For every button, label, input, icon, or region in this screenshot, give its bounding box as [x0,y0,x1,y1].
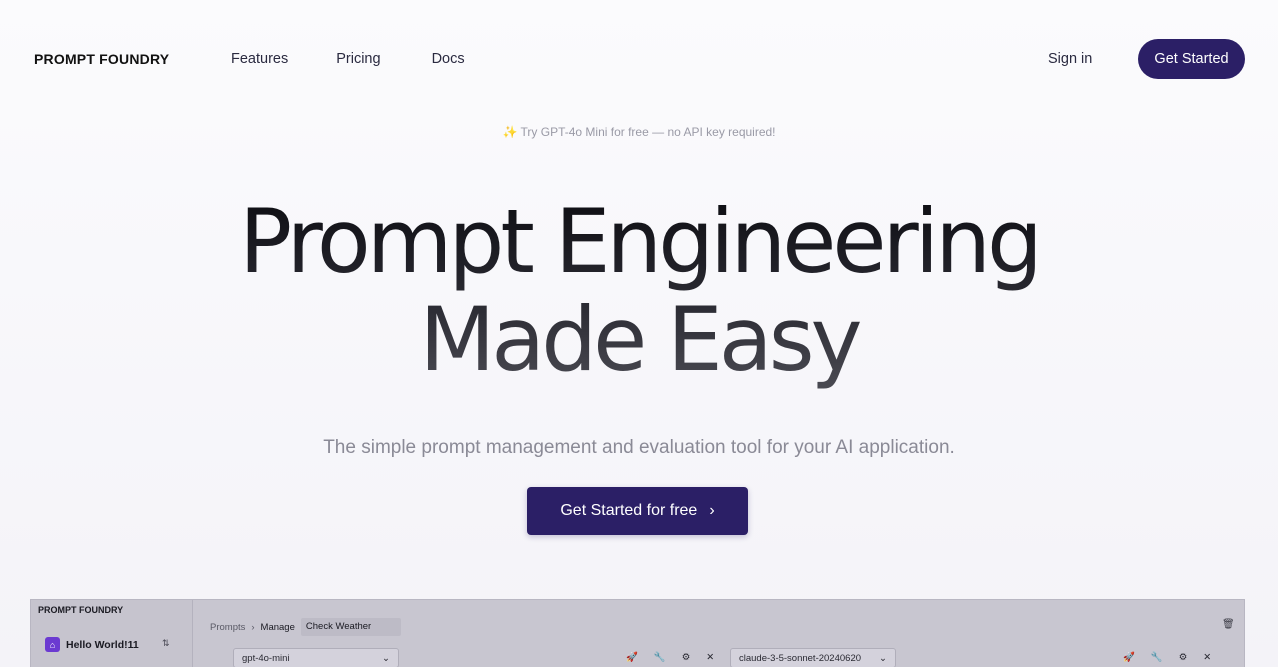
chevron-right-icon: › [251,621,255,633]
landing-page: PROMPT FOUNDRY Features Pricing Docs Sig… [0,0,1278,667]
nav-link-features[interactable]: Features [231,51,288,67]
hero-subheading: The simple prompt management and evaluat… [323,437,955,458]
preview-model-select-right: claude-3-5-sonnet-20240620 ⌄ [730,648,896,667]
headline-line-1: Prompt Engineering [239,190,1039,293]
rocket-icon: 🚀 [1123,652,1135,663]
get-started-free-button[interactable]: Get Started for free › [527,487,748,535]
brand-logo[interactable]: PROMPT FOUNDRY [34,51,169,67]
preview-model-select-left: gpt-4o-mini ⌄ [233,648,399,667]
model-right-label: claude-3-5-sonnet-20240620 [739,652,862,664]
gear-icon: ⚙ [1178,652,1188,663]
get-started-button[interactable]: Get Started [1138,39,1245,79]
preview-project-selector: ⌂ Hello World!11 [45,637,139,652]
breadcrumb-prompt-name: Check Weather [300,618,402,636]
preview-toolbar-left: 🚀 🔧 ⚙ ✕ [626,652,714,663]
promo-banner[interactable]: ✨ Try GPT-4o Mini for free — no API key … [0,125,1278,139]
top-nav: PROMPT FOUNDRY Features Pricing Docs Sig… [0,0,1278,118]
hero-headline: Prompt Engineering Made Easy [0,193,1278,389]
preview-brand: PROMPT FOUNDRY [38,605,124,615]
headline-line-2: Made Easy [419,288,859,391]
cta-label: Get Started for free [560,502,698,519]
chevron-right-icon: › [709,502,715,519]
preview-project-name: Hello World!11 [66,638,139,651]
breadcrumb-prompts: Prompts [210,621,246,633]
preview-toolbar-right: 🚀 🔧 ⚙ ✕ [1123,652,1211,663]
wrench-icon: 🔧 [653,652,666,663]
close-icon: ✕ [1203,652,1212,663]
preview-sidebar: PROMPT FOUNDRY ⌂ Hello World!11 ⇅ [31,600,193,667]
trash-icon: 🗑 [1222,619,1235,630]
gear-icon: ⚙ [681,652,691,663]
chevron-down-icon: ⌄ [879,652,887,664]
chevron-up-down-icon: ⇅ [162,638,170,648]
breadcrumb-manage: Manage [260,621,295,633]
nav-link-docs[interactable]: Docs [432,51,465,67]
app-preview-screenshot: PROMPT FOUNDRY ⌂ Hello World!11 ⇅ Prompt… [30,599,1245,667]
sign-in-link[interactable]: Sign in [1048,51,1092,67]
model-left-label: gpt-4o-mini [242,652,290,664]
project-icon: ⌂ [45,637,60,652]
wrench-icon: 🔧 [1150,652,1163,663]
rocket-icon: 🚀 [626,652,638,663]
close-icon: ✕ [706,652,715,663]
nav-link-pricing[interactable]: Pricing [336,51,380,67]
chevron-down-icon: ⌄ [382,652,390,664]
nav-links: Features Pricing Docs [231,51,465,67]
preview-breadcrumb: Prompts › Manage Check Weather [210,618,402,636]
